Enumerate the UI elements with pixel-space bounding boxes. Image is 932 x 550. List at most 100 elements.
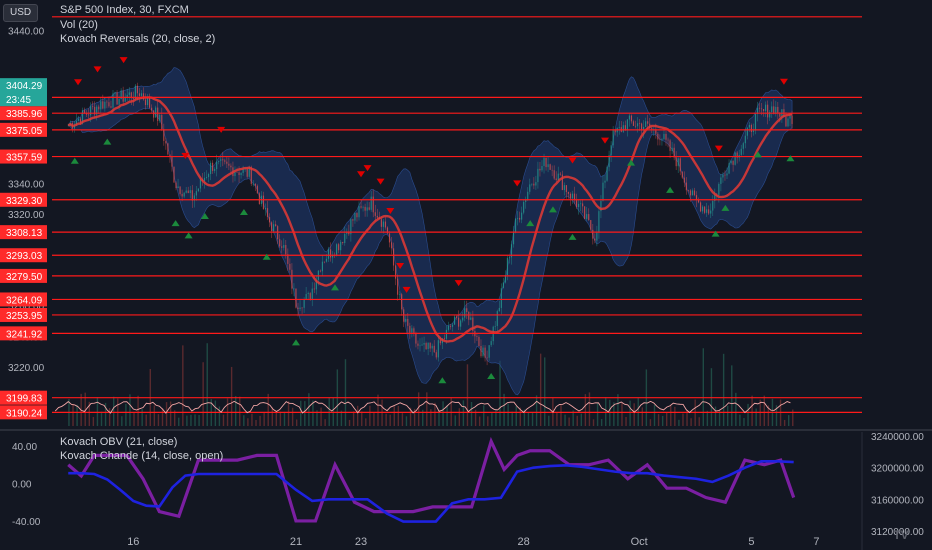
candle-body	[460, 320, 462, 327]
volume-bar	[291, 407, 294, 426]
tradingview-logo-icon[interactable]: TV	[888, 528, 914, 546]
candle-body	[710, 210, 712, 214]
volume-bar	[710, 368, 713, 426]
volume-bar	[218, 406, 221, 426]
candle-body	[153, 110, 155, 118]
volume-bar	[121, 416, 123, 426]
candle-body	[752, 130, 755, 132]
obv-indicator-label[interactable]: Kovach OBV (21, close)	[60, 436, 177, 448]
candle-body	[413, 328, 415, 333]
candle-body	[394, 265, 397, 279]
symbol-title[interactable]: S&P 500 Index, 30, FXCM	[60, 4, 189, 16]
candle-body	[645, 121, 647, 127]
candle-body	[754, 114, 757, 131]
reversal-up-marker	[184, 232, 193, 239]
time-tick-label: 21	[290, 536, 302, 548]
candle-body	[144, 99, 147, 106]
volume-bar	[283, 411, 286, 426]
candle-body	[360, 206, 362, 208]
candle-body	[626, 119, 628, 131]
candle-body	[325, 258, 328, 262]
candle-body	[669, 140, 671, 151]
volume-bar	[515, 406, 517, 426]
volume-bar	[369, 405, 371, 426]
volume-bar	[641, 407, 644, 426]
candle-body	[559, 173, 561, 175]
candle-body	[549, 164, 551, 170]
candle-body	[681, 171, 683, 178]
currency-button[interactable]: USD	[3, 4, 39, 22]
candle-body	[647, 121, 649, 124]
candle-body	[628, 115, 631, 120]
candle-body	[455, 316, 458, 318]
candle-body	[185, 190, 187, 193]
candle-body	[580, 203, 582, 205]
candle-body	[636, 123, 639, 127]
candle-body	[289, 263, 291, 270]
volume-bar	[222, 414, 225, 426]
candle-body	[551, 169, 553, 171]
oscillator-tick-label: 0.00	[12, 480, 32, 491]
volume-bar	[340, 410, 343, 426]
candle-body	[638, 123, 641, 124]
candle-body	[407, 318, 409, 326]
volume-indicator-label[interactable]: Vol (20)	[60, 19, 98, 31]
candle-body	[209, 162, 212, 175]
candle-body	[519, 217, 521, 220]
candle-body	[734, 152, 736, 165]
candle-body	[163, 129, 165, 141]
candle-body	[730, 160, 732, 164]
volume-bar	[487, 416, 489, 426]
candle-body	[704, 206, 706, 213]
volume-bar	[401, 413, 404, 426]
volume-bar	[653, 405, 656, 426]
volume-bar	[430, 409, 432, 426]
volume-bar	[133, 412, 135, 426]
volume-bar	[344, 359, 347, 426]
level-price-label: 3375.05	[6, 126, 43, 137]
candle-body	[382, 221, 385, 227]
candle-body	[771, 106, 773, 113]
candle-body	[313, 288, 315, 290]
candle-body	[732, 160, 734, 165]
volume-bar	[108, 408, 111, 426]
candle-body	[100, 101, 102, 110]
candle-body	[571, 193, 574, 199]
candle-body	[159, 114, 161, 121]
candle-body	[342, 241, 344, 243]
volume-bar	[312, 400, 314, 426]
candle-body	[718, 183, 720, 195]
volume-bar	[605, 397, 607, 426]
volume-bar	[198, 415, 200, 426]
reversal-up-marker	[487, 373, 496, 380]
candle-body	[484, 347, 486, 358]
candle-body	[659, 139, 661, 141]
volume-bar	[356, 405, 359, 426]
volume-bar	[165, 402, 168, 426]
candle-body	[327, 249, 330, 259]
time-tick-label: 28	[518, 536, 530, 548]
volume-bar	[389, 414, 391, 426]
candle-body	[177, 186, 179, 189]
reversal-up-marker	[568, 233, 577, 240]
reversals-indicator-label[interactable]: Kovach Reversals (20, close, 2)	[60, 33, 215, 45]
chande-indicator-label[interactable]: Kovach Chande (14, close, open)	[60, 450, 223, 462]
candle-body	[283, 245, 285, 248]
candle-body	[431, 345, 433, 349]
volume-bar	[592, 419, 595, 426]
price-tick-label: 3340.00	[8, 179, 45, 190]
volume-bar	[100, 411, 103, 426]
candle-body	[299, 307, 301, 310]
candle-body	[498, 307, 500, 312]
candle-body	[523, 202, 525, 213]
candle-body	[712, 200, 714, 211]
candle-body	[547, 164, 549, 168]
volume-bar	[499, 360, 501, 426]
reversal-up-marker	[711, 230, 720, 237]
candle-body	[266, 208, 269, 218]
candle-body	[238, 172, 240, 176]
volume-bar	[783, 419, 786, 426]
candle-body	[336, 244, 338, 256]
volume-bar	[153, 405, 156, 426]
volume-bar	[743, 418, 745, 426]
